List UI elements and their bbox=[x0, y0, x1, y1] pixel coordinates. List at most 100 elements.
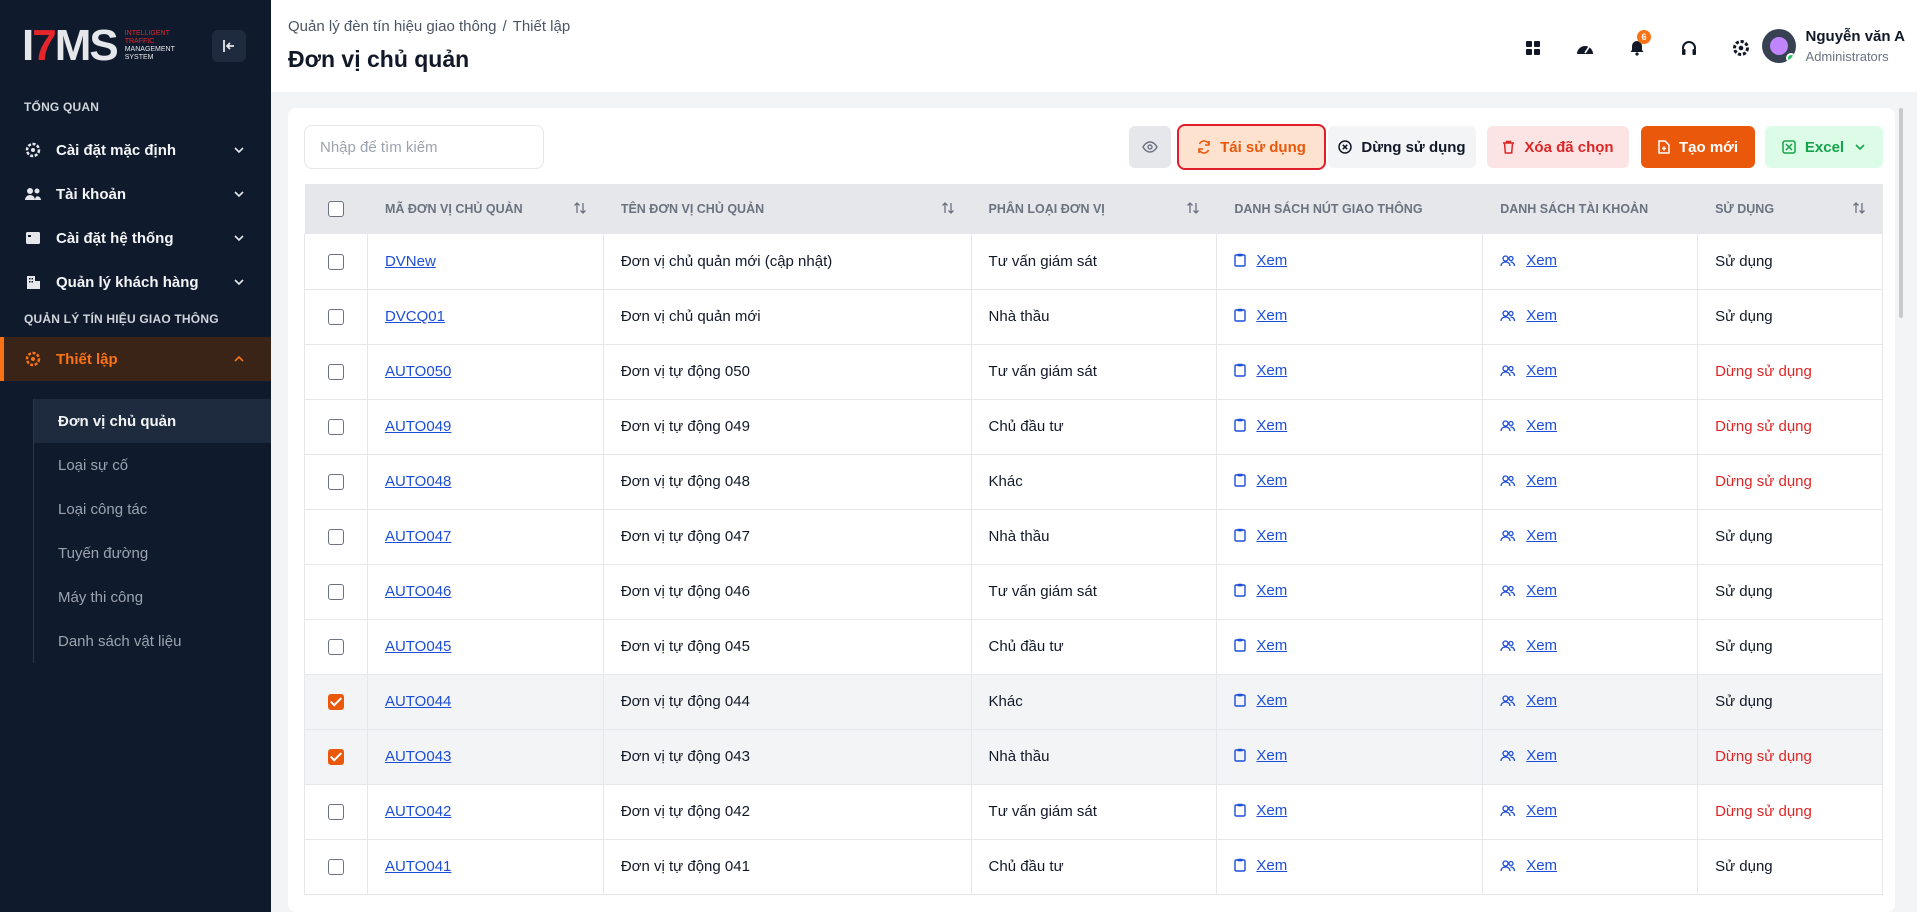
sidebar-item-customers[interactable]: Quản lý khách hàng bbox=[0, 260, 271, 304]
row-checkbox[interactable] bbox=[327, 309, 344, 326]
view-intersections-link[interactable]: Xem bbox=[1234, 307, 1287, 324]
unit-code-link[interactable]: AUTO049 bbox=[385, 418, 451, 435]
page-scrollbar[interactable] bbox=[1899, 108, 1903, 318]
unit-code-link[interactable]: AUTO046 bbox=[385, 583, 451, 600]
view-accounts-link[interactable]: Xem bbox=[1500, 252, 1557, 269]
breadcrumb-item[interactable]: Quản lý đèn tín hiệu giao thông bbox=[288, 18, 497, 35]
headset-icon[interactable] bbox=[1673, 32, 1705, 64]
sort-icon[interactable] bbox=[1186, 201, 1200, 215]
view-intersections-link[interactable]: Xem bbox=[1234, 857, 1287, 874]
table-row[interactable]: AUTO043 Đơn vị tự động 043 Nhà thầu Xem Xem D… bbox=[304, 729, 1883, 784]
sort-icon[interactable] bbox=[1852, 201, 1866, 215]
row-checkbox[interactable] bbox=[327, 419, 344, 436]
view-accounts-link[interactable]: Xem bbox=[1500, 307, 1557, 324]
view-intersections-link[interactable]: Xem bbox=[1234, 692, 1287, 709]
breadcrumb-item[interactable]: Thiết lập bbox=[513, 18, 571, 35]
unit-code-link[interactable]: DVNew bbox=[385, 253, 436, 270]
sidebar-item-setup[interactable]: Thiết lập bbox=[0, 337, 271, 381]
unit-code-link[interactable]: AUTO043 bbox=[385, 748, 451, 765]
row-checkbox[interactable] bbox=[327, 474, 344, 491]
view-accounts-link[interactable]: Xem bbox=[1500, 472, 1557, 489]
unit-code-link[interactable]: AUTO050 bbox=[385, 363, 451, 380]
row-checkbox[interactable] bbox=[327, 804, 344, 821]
unit-code-link[interactable]: AUTO041 bbox=[385, 858, 451, 875]
unit-code-link[interactable]: AUTO048 bbox=[385, 473, 451, 490]
table-row[interactable]: AUTO046 Đơn vị tự động 046 Tư vấn giám sát… bbox=[304, 564, 1883, 619]
user-menu[interactable]: Nguyễn văn A Administrators bbox=[1761, 28, 1905, 64]
view-intersections-link[interactable]: Xem bbox=[1234, 747, 1287, 764]
row-checkbox[interactable] bbox=[327, 529, 344, 546]
usage-status: Dừng sử dụng bbox=[1697, 454, 1883, 509]
row-checkbox[interactable] bbox=[327, 859, 344, 876]
sidebar-subitem-owner-units[interactable]: Đơn vị chủ quản bbox=[33, 399, 271, 443]
table-row[interactable]: AUTO047 Đơn vị tự động 047 Nhà thầu Xem Xem S… bbox=[304, 509, 1883, 564]
table-row[interactable]: AUTO049 Đơn vị tự động 049 Chủ đầu tư Xem Xe… bbox=[304, 399, 1883, 454]
sort-icon[interactable] bbox=[573, 201, 587, 215]
row-checkbox[interactable] bbox=[327, 639, 344, 656]
table-row[interactable]: AUTO048 Đơn vị tự động 048 Khác Xem Xem Dừng … bbox=[304, 454, 1883, 509]
unit-code-link[interactable]: AUTO044 bbox=[385, 693, 451, 710]
sidebar-subitem-materials[interactable]: Danh sách vật liệu bbox=[33, 619, 271, 663]
view-intersections-link[interactable]: Xem bbox=[1234, 527, 1287, 544]
table-row[interactable]: AUTO044 Đơn vị tự động 044 Khác Xem Xem Sử dụ… bbox=[304, 674, 1883, 729]
stop-using-button[interactable]: Dừng sử dụng bbox=[1328, 126, 1476, 168]
apps-grid-icon[interactable] bbox=[1517, 32, 1549, 64]
row-checkbox[interactable] bbox=[327, 584, 344, 601]
column-visibility-button[interactable] bbox=[1129, 126, 1171, 168]
view-intersections-link[interactable]: Xem bbox=[1234, 472, 1287, 489]
reuse-button[interactable]: Tái sử dụng bbox=[1177, 124, 1326, 170]
select-all-checkbox[interactable] bbox=[327, 201, 344, 217]
unit-code-link[interactable]: AUTO045 bbox=[385, 638, 451, 655]
row-checkbox[interactable] bbox=[327, 749, 344, 766]
unit-code-link[interactable]: DVCQ01 bbox=[385, 308, 445, 325]
sidebar-subitem-routes[interactable]: Tuyến đường bbox=[33, 531, 271, 575]
view-accounts-link[interactable]: Xem bbox=[1500, 857, 1557, 874]
column-header-intersections: DANH SÁCH NÚT GIAO THÔNG bbox=[1216, 184, 1484, 234]
row-checkbox[interactable] bbox=[327, 694, 344, 711]
dashboard-gauge-icon[interactable] bbox=[1569, 32, 1601, 64]
table-row[interactable]: AUTO045 Đơn vị tự động 045 Chủ đầu tư Xem Xe… bbox=[304, 619, 1883, 674]
notification-bell-icon[interactable]: 6 bbox=[1621, 30, 1653, 64]
table-row[interactable]: DVNew Đơn vị chủ quản mới (cập nhật) Tư vấ… bbox=[304, 234, 1883, 289]
sort-icon[interactable] bbox=[941, 201, 955, 215]
delete-selected-button[interactable]: Xóa đã chọn bbox=[1487, 126, 1629, 168]
view-intersections-link[interactable]: Xem bbox=[1234, 417, 1287, 434]
table-body: DVNew Đơn vị chủ quản mới (cập nhật) Tư vấ… bbox=[304, 234, 1883, 894]
view-intersections-link[interactable]: Xem bbox=[1234, 252, 1287, 269]
column-header-status[interactable]: SỬ DỤNG bbox=[1697, 184, 1883, 234]
view-accounts-link[interactable]: Xem bbox=[1500, 362, 1557, 379]
view-accounts-link[interactable]: Xem bbox=[1500, 692, 1557, 709]
search-input[interactable] bbox=[304, 125, 544, 169]
excel-export-button[interactable]: Excel bbox=[1765, 126, 1883, 168]
sidebar-item-system-settings[interactable]: Cài đặt hệ thống bbox=[0, 216, 271, 260]
view-intersections-link[interactable]: Xem bbox=[1234, 802, 1287, 819]
sidebar-subitem-incident-types[interactable]: Loại sự cố bbox=[33, 443, 271, 487]
view-accounts-link[interactable]: Xem bbox=[1500, 802, 1557, 819]
table-row[interactable]: AUTO041 Đơn vị tự động 041 Chủ đầu tư Xem Xe… bbox=[304, 839, 1883, 894]
table-row[interactable]: AUTO050 Đơn vị tự động 050 Tư vấn giám sát… bbox=[304, 344, 1883, 399]
view-accounts-link[interactable]: Xem bbox=[1500, 527, 1557, 544]
row-checkbox[interactable] bbox=[327, 253, 344, 270]
column-header-type[interactable]: PHÂN LOẠI ĐƠN VỊ bbox=[971, 184, 1218, 234]
view-accounts-link[interactable]: Xem bbox=[1500, 582, 1557, 599]
view-intersections-link[interactable]: Xem bbox=[1234, 582, 1287, 599]
unit-code-link[interactable]: AUTO047 bbox=[385, 528, 451, 545]
sidebar-subitem-work-types[interactable]: Loại công tác bbox=[33, 487, 271, 531]
sidebar-item-default-settings[interactable]: Cài đặt mặc định bbox=[0, 128, 271, 172]
sidebar-subitem-machines[interactable]: Máy thi công bbox=[33, 575, 271, 619]
unit-code-link[interactable]: AUTO042 bbox=[385, 803, 451, 820]
settings-gear-icon[interactable] bbox=[1725, 32, 1757, 64]
view-accounts-link[interactable]: Xem bbox=[1500, 747, 1557, 764]
view-intersections-link[interactable]: Xem bbox=[1234, 362, 1287, 379]
table-row[interactable]: AUTO042 Đơn vị tự động 042 Tư vấn giám sát… bbox=[304, 784, 1883, 839]
column-header-name[interactable]: TÊN ĐƠN VỊ CHỦ QUẢN bbox=[603, 184, 972, 234]
column-header-code[interactable]: MÃ ĐƠN VỊ CHỦ QUẢN bbox=[367, 184, 604, 234]
view-accounts-link[interactable]: Xem bbox=[1500, 417, 1557, 434]
view-accounts-link[interactable]: Xem bbox=[1500, 637, 1557, 654]
view-intersections-link[interactable]: Xem bbox=[1234, 637, 1287, 654]
collapse-sidebar-button[interactable] bbox=[212, 30, 246, 62]
row-checkbox[interactable] bbox=[327, 364, 344, 381]
create-new-button[interactable]: Tạo mới bbox=[1641, 126, 1755, 168]
table-row[interactable]: DVCQ01 Đơn vị chủ quản mới Nhà thầu Xem Xem S… bbox=[304, 289, 1883, 344]
sidebar-item-accounts[interactable]: Tài khoản bbox=[0, 172, 271, 216]
